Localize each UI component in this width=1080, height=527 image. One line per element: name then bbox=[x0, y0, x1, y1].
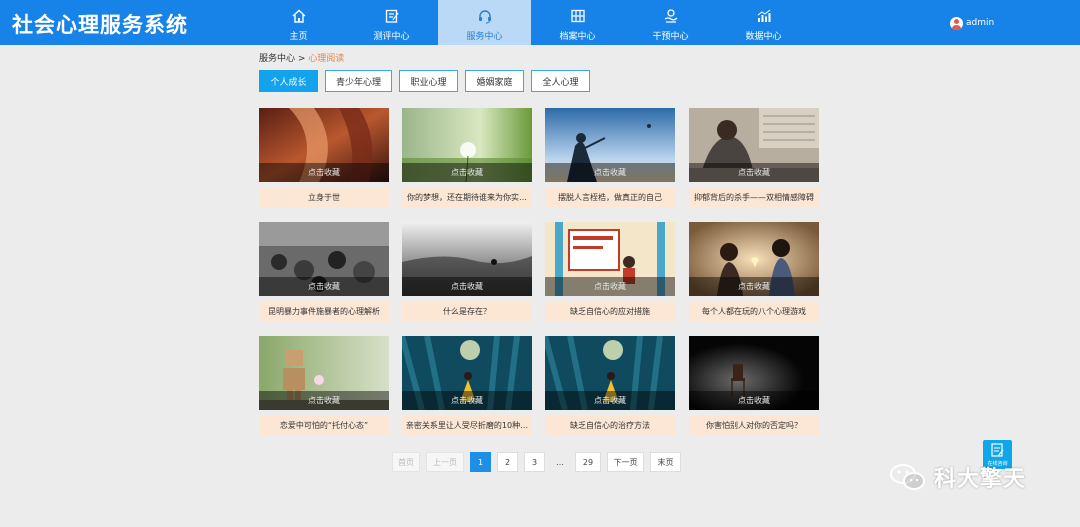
article-title[interactable]: 什么是存在？ bbox=[402, 302, 532, 321]
app-title: 社会心理服务系统 bbox=[12, 13, 188, 37]
favorite-overlay[interactable]: 点击收藏 bbox=[259, 391, 389, 410]
article-card[interactable]: 点击收藏 什么是存在？ bbox=[402, 222, 532, 323]
archive-grid-icon bbox=[570, 9, 585, 23]
favorite-overlay[interactable]: 点击收藏 bbox=[689, 277, 819, 296]
article-title[interactable]: 你害怕别人对你的否定吗？ bbox=[689, 416, 819, 435]
page-29-button[interactable]: 29 bbox=[575, 452, 601, 472]
article-title[interactable]: 摆脱人言桎梏，做真正的自己 bbox=[545, 188, 675, 207]
article-thumbnail: 点击收藏 bbox=[259, 108, 389, 182]
nav-item-data[interactable]: 数据中心 bbox=[717, 0, 810, 45]
article-title[interactable]: 立身于世 bbox=[259, 188, 389, 207]
page-2-button[interactable]: 2 bbox=[497, 452, 518, 472]
next-page-button[interactable]: 下一页 bbox=[607, 452, 644, 472]
article-thumbnail: 点击收藏 bbox=[545, 336, 675, 410]
nav-item-assessment[interactable]: 测评中心 bbox=[345, 0, 438, 45]
article-thumbnail: 点击收藏 bbox=[689, 108, 819, 182]
favorite-overlay[interactable]: 点击收藏 bbox=[402, 391, 532, 410]
care-hand-icon bbox=[664, 9, 677, 23]
user-menu[interactable]: admin bbox=[950, 15, 994, 31]
main-nav: 主页 测评中心 服务中心 档案中心 干预中心 数据中心 bbox=[252, 0, 810, 45]
tab-career-psychology[interactable]: 职业心理 bbox=[399, 70, 458, 92]
article-card[interactable]: 点击收藏 昆明暴力事件施暴者的心理解析 bbox=[259, 222, 389, 323]
pagination: 首页 上一页 1 2 3 ... 29 下一页 末页 bbox=[392, 452, 687, 472]
article-title[interactable]: 缺乏自信心的治疗方法 bbox=[545, 416, 675, 435]
favorite-overlay[interactable]: 点击收藏 bbox=[545, 277, 675, 296]
article-title[interactable]: 恋爱中可怕的“托付心态” bbox=[259, 416, 389, 435]
article-thumbnail: 点击收藏 bbox=[545, 222, 675, 296]
page-ellipsis: ... bbox=[556, 457, 564, 467]
article-card[interactable]: 点击收藏 缺乏自信心的应对措施 bbox=[545, 222, 675, 323]
article-thumbnail: 点击收藏 bbox=[402, 222, 532, 296]
article-title[interactable]: 亲密关系里让人受尽折磨的10种… bbox=[402, 416, 532, 435]
article-title[interactable]: 每个人都在玩的八个心理游戏 bbox=[689, 302, 819, 321]
favorite-overlay[interactable]: 点击收藏 bbox=[259, 163, 389, 182]
home-icon bbox=[292, 9, 305, 23]
article-title[interactable]: 你的梦想，还在期待谁来为你实… bbox=[402, 188, 532, 207]
nav-label: 档案中心 bbox=[559, 32, 596, 42]
nav-label: 服务中心 bbox=[466, 32, 503, 42]
nav-item-service[interactable]: 服务中心 bbox=[438, 0, 531, 45]
watermark: 科大擎天 bbox=[888, 460, 1026, 494]
favorite-overlay[interactable]: 点击收藏 bbox=[545, 391, 675, 410]
article-thumbnail: 点击收藏 bbox=[259, 336, 389, 410]
article-card[interactable]: 点击收藏 亲密关系里让人受尽折磨的10种… bbox=[402, 336, 532, 437]
article-card[interactable]: 点击收藏 你的梦想，还在期待谁来为你实… bbox=[402, 108, 532, 209]
page-1-button[interactable]: 1 bbox=[470, 452, 491, 472]
last-page-button[interactable]: 末页 bbox=[650, 452, 681, 472]
tab-holistic-psychology[interactable]: 全人心理 bbox=[531, 70, 590, 92]
favorite-overlay[interactable]: 点击收藏 bbox=[402, 277, 532, 296]
headset-icon bbox=[478, 10, 491, 24]
document-edit-icon bbox=[991, 443, 1004, 457]
article-thumbnail: 点击收藏 bbox=[689, 222, 819, 296]
breadcrumb: 服务中心 > 心理阅读 bbox=[259, 51, 344, 64]
nav-label: 干预中心 bbox=[652, 32, 689, 42]
favorite-overlay[interactable]: 点击收藏 bbox=[259, 277, 389, 296]
nav-item-home[interactable]: 主页 bbox=[252, 0, 345, 45]
top-header: 社会心理服务系统 主页 测评中心 服务中心 档案中心 干预中心 数据中心 adm… bbox=[0, 0, 1080, 45]
nav-label: 测评中心 bbox=[373, 32, 410, 42]
prev-page-button[interactable]: 上一页 bbox=[426, 452, 464, 472]
article-card[interactable]: 点击收藏 恋爱中可怕的“托付心态” bbox=[259, 336, 389, 437]
article-card[interactable]: 点击收藏 每个人都在玩的八个心理游戏 bbox=[689, 222, 819, 323]
article-title[interactable]: 抑郁背后的杀手——双相情感障碍 bbox=[689, 188, 819, 207]
favorite-overlay[interactable]: 点击收藏 bbox=[689, 163, 819, 182]
article-card[interactable]: 点击收藏 抑郁背后的杀手——双相情感障碍 bbox=[689, 108, 819, 209]
category-tabs: 个人成长 青少年心理 职业心理 婚姻家庭 全人心理 bbox=[259, 70, 597, 92]
tab-marriage-family[interactable]: 婚姻家庭 bbox=[465, 70, 524, 92]
article-title[interactable]: 昆明暴力事件施暴者的心理解析 bbox=[259, 302, 389, 321]
favorite-overlay[interactable]: 点击收藏 bbox=[689, 391, 819, 410]
first-page-button[interactable]: 首页 bbox=[392, 452, 420, 472]
article-thumbnail: 点击收藏 bbox=[689, 336, 819, 410]
breadcrumb-sep: > bbox=[295, 54, 309, 64]
page-3-button[interactable]: 3 bbox=[524, 452, 545, 472]
favorite-overlay[interactable]: 点击收藏 bbox=[545, 163, 675, 182]
article-thumbnail: 点击收藏 bbox=[259, 222, 389, 296]
breadcrumb-current: 心理阅读 bbox=[308, 54, 345, 64]
article-thumbnail: 点击收藏 bbox=[545, 108, 675, 182]
article-card[interactable]: 点击收藏 你害怕别人对你的否定吗？ bbox=[689, 336, 819, 437]
article-card[interactable]: 点击收藏 摆脱人言桎梏，做真正的自己 bbox=[545, 108, 675, 209]
article-card[interactable]: 点击收藏 缺乏自信心的治疗方法 bbox=[545, 336, 675, 437]
user-name: admin bbox=[966, 18, 995, 28]
edit-form-icon bbox=[385, 9, 399, 23]
bar-chart-icon bbox=[757, 9, 770, 22]
wechat-icon bbox=[890, 464, 925, 490]
nav-label: 数据中心 bbox=[745, 32, 782, 42]
nav-item-intervention[interactable]: 干预中心 bbox=[624, 0, 717, 45]
nav-label: 主页 bbox=[289, 32, 308, 42]
tab-personal-growth[interactable]: 个人成长 bbox=[259, 70, 318, 92]
article-card[interactable]: 点击收藏 立身于世 bbox=[259, 108, 389, 209]
watermark-text: 科大擎天 bbox=[934, 467, 1027, 492]
favorite-overlay[interactable]: 点击收藏 bbox=[402, 163, 532, 182]
article-title[interactable]: 缺乏自信心的应对措施 bbox=[545, 302, 675, 321]
breadcrumb-root[interactable]: 服务中心 bbox=[259, 54, 295, 64]
article-thumbnail: 点击收藏 bbox=[402, 108, 532, 182]
article-thumbnail: 点击收藏 bbox=[402, 336, 532, 410]
nav-item-archive[interactable]: 档案中心 bbox=[531, 0, 624, 45]
avatar bbox=[950, 16, 963, 30]
tab-youth-psychology[interactable]: 青少年心理 bbox=[325, 70, 392, 92]
